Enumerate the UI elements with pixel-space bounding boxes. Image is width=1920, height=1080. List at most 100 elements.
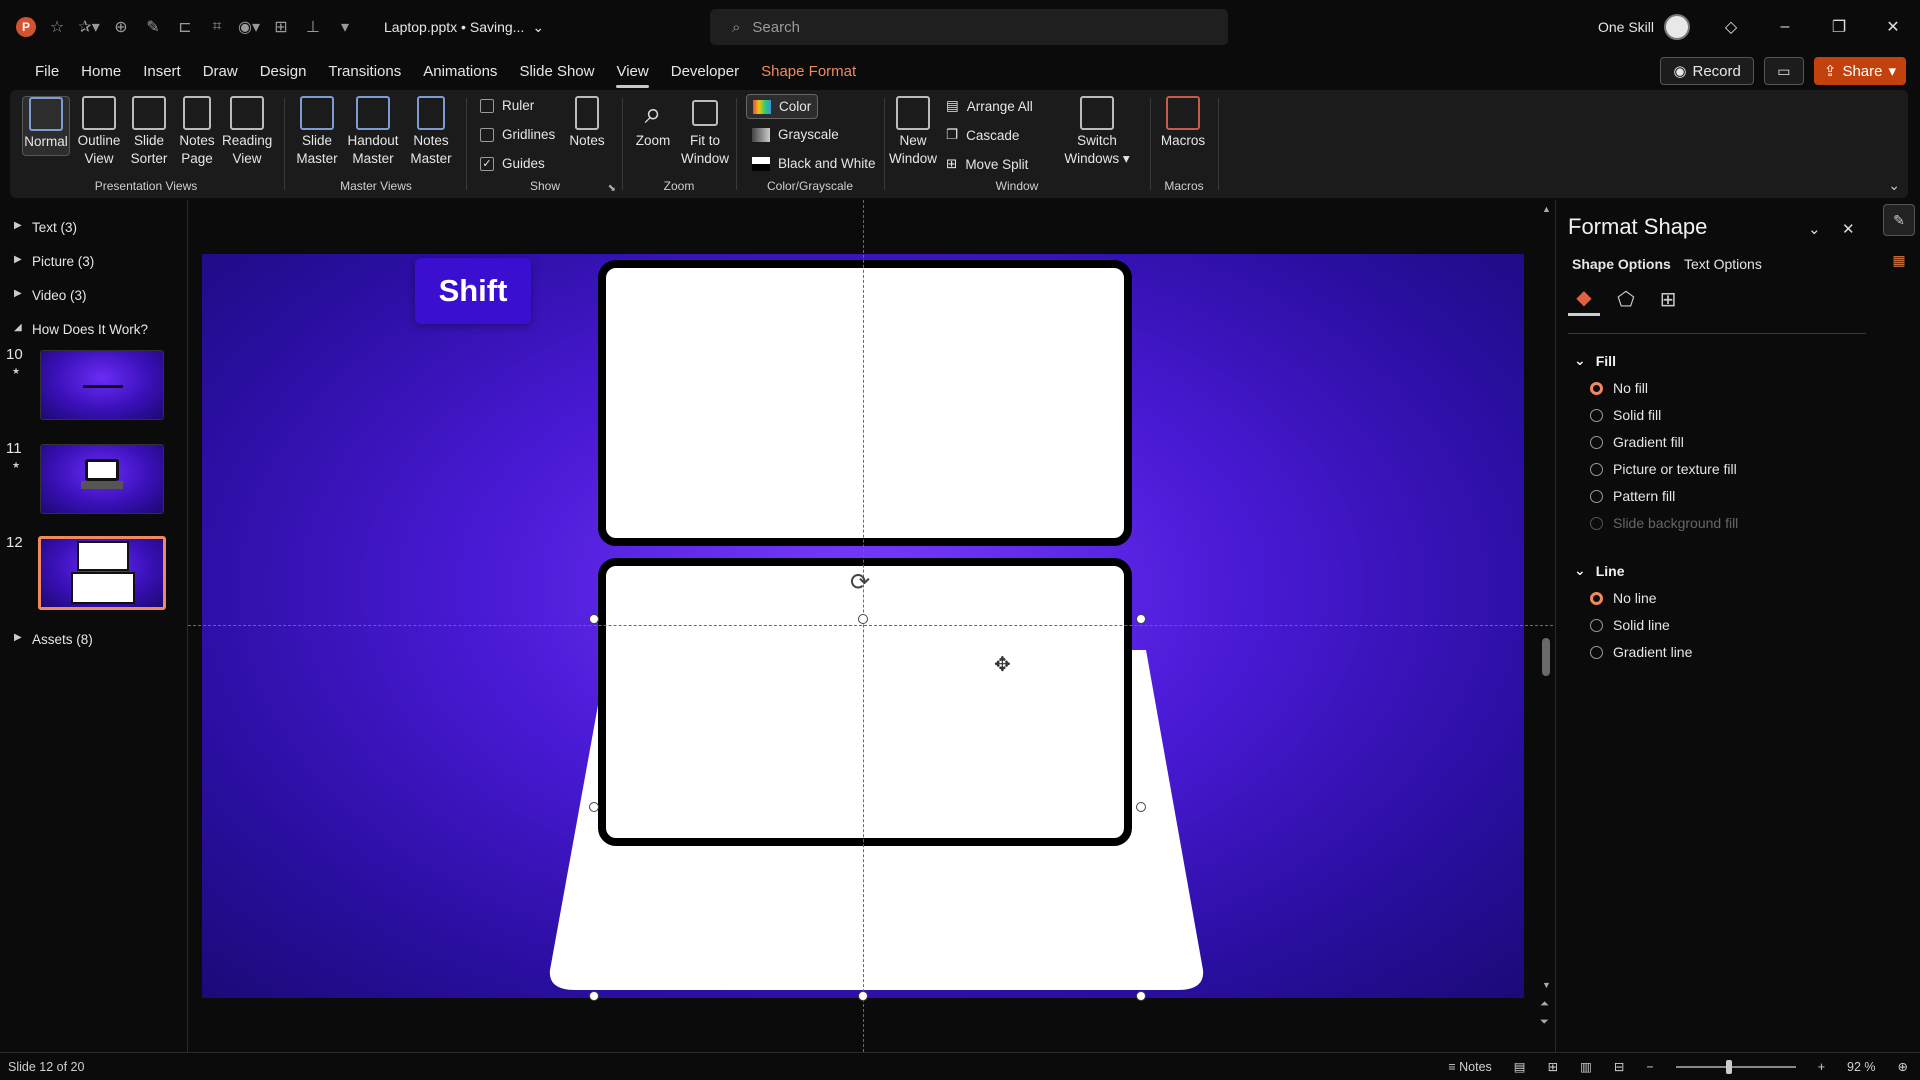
size-properties-icon[interactable]: ⊞ bbox=[1652, 282, 1684, 316]
share-button[interactable]: ⇪ Share ▾ bbox=[1813, 57, 1906, 85]
tab-draw[interactable]: Draw bbox=[192, 54, 249, 90]
resize-handle[interactable] bbox=[858, 991, 868, 1001]
favorite-dropdown-icon[interactable]: ✰▾ bbox=[78, 16, 100, 38]
effects-pentagon-icon[interactable]: ⬠ bbox=[1610, 282, 1642, 316]
pattern-fill-radio[interactable]: Pattern fill bbox=[1590, 488, 1675, 504]
section-how-does-it-work[interactable]: ◢ How Does It Work? bbox=[14, 322, 148, 337]
section-video[interactable]: ▶ Video (3) bbox=[14, 288, 87, 303]
no-fill-radio[interactable]: No fill bbox=[1590, 380, 1648, 396]
align-tool-icon[interactable]: ⊏ bbox=[174, 16, 196, 38]
draw-tool-icon[interactable]: ✎ bbox=[142, 16, 164, 38]
lower-screen-shape[interactable] bbox=[598, 558, 1132, 846]
grayscale-button[interactable]: Grayscale bbox=[752, 127, 839, 142]
slide-master-button[interactable]: Slide Master bbox=[292, 96, 342, 168]
fill-color-icon[interactable]: ◉▾ bbox=[238, 16, 260, 38]
scrollbar-thumb[interactable] bbox=[1542, 638, 1550, 676]
reading-view-button[interactable]: Reading View bbox=[222, 96, 272, 168]
star-outline-icon[interactable]: ☆ bbox=[46, 16, 68, 38]
select-tool-icon[interactable]: ⊕ bbox=[110, 16, 132, 38]
crop-icon[interactable]: ⌗ bbox=[206, 16, 228, 38]
diamond-icon[interactable]: ◇ bbox=[1704, 17, 1758, 37]
guides-checkbox[interactable]: ✓ Guides bbox=[480, 156, 545, 171]
no-line-radio[interactable]: No line bbox=[1590, 590, 1657, 606]
tab-text-options[interactable]: Text Options bbox=[1684, 256, 1762, 272]
tab-view[interactable]: View bbox=[605, 54, 659, 90]
tab-animations[interactable]: Animations bbox=[412, 54, 508, 90]
upper-screen-shape[interactable] bbox=[598, 260, 1132, 546]
fit-slide-icon[interactable]: ⊕ bbox=[1898, 1059, 1908, 1074]
cascade-button[interactable]: ❐ Cascade bbox=[946, 127, 1019, 143]
tab-slide-show[interactable]: Slide Show bbox=[508, 54, 605, 90]
zoom-level[interactable]: 92 % bbox=[1847, 1060, 1876, 1074]
tab-home[interactable]: Home bbox=[70, 54, 132, 90]
customize-qat-icon[interactable]: ▾ bbox=[334, 16, 356, 38]
dialog-launcher-icon[interactable]: ⬊ bbox=[608, 183, 616, 194]
move-split-button[interactable]: ⊞ Move Split bbox=[946, 156, 1028, 172]
document-title[interactable]: Laptop.pptx • Saving... ⌄ bbox=[384, 19, 544, 36]
reading-view-status-icon[interactable]: ▥ bbox=[1580, 1059, 1592, 1074]
gradient-line-radio[interactable]: Gradient line bbox=[1590, 644, 1692, 660]
zoom-slider-knob[interactable] bbox=[1725, 1059, 1732, 1074]
solid-line-radio[interactable]: Solid line bbox=[1590, 617, 1670, 633]
macros-button[interactable]: Macros bbox=[1158, 96, 1208, 150]
notes-master-button[interactable]: Notes Master bbox=[406, 96, 456, 168]
resize-handle[interactable] bbox=[1136, 991, 1146, 1001]
vertical-scrollbar[interactable]: ▲ ▼ ⏶ ⏷ bbox=[1540, 204, 1552, 1044]
vertical-guide[interactable] bbox=[863, 200, 864, 1052]
tab-insert[interactable]: Insert bbox=[132, 54, 192, 90]
tab-shape-options[interactable]: Shape Options bbox=[1572, 256, 1671, 272]
section-assets[interactable]: ▶ Assets (8) bbox=[14, 632, 93, 647]
gradient-fill-radio[interactable]: Gradient fill bbox=[1590, 434, 1684, 450]
slide-sorter-status-icon[interactable]: ⊞ bbox=[1548, 1059, 1558, 1074]
zoom-slider[interactable] bbox=[1675, 1059, 1796, 1074]
zoom-out-icon[interactable]: − bbox=[1646, 1060, 1653, 1074]
resize-handle[interactable] bbox=[589, 802, 599, 812]
resize-handle[interactable] bbox=[589, 991, 599, 1001]
solid-fill-radio[interactable]: Solid fill bbox=[1590, 407, 1661, 423]
rotate-handle-icon[interactable]: ⟳ bbox=[850, 568, 870, 597]
normal-view-status-icon[interactable]: ▤ bbox=[1514, 1059, 1526, 1074]
distribute-icon[interactable]: ⊞ bbox=[270, 16, 292, 38]
scroll-up-icon[interactable]: ▲ bbox=[1542, 204, 1551, 214]
slide-thumbnail[interactable] bbox=[40, 444, 164, 514]
resize-handle[interactable] bbox=[858, 614, 868, 624]
fill-line-icon[interactable]: ◆ bbox=[1568, 282, 1600, 316]
restore-icon[interactable]: ❐ bbox=[1812, 17, 1866, 37]
resize-handle[interactable] bbox=[589, 614, 599, 624]
slide-thumbnail-selected[interactable] bbox=[38, 536, 166, 610]
user-account[interactable]: One Skill bbox=[1598, 14, 1690, 40]
slide-sorter-button[interactable]: Slide Sorter bbox=[124, 96, 174, 168]
collapse-ribbon-icon[interactable]: ⌄ bbox=[1888, 177, 1900, 194]
close-icon[interactable]: ✕ bbox=[1866, 17, 1920, 37]
fill-section-header[interactable]: ⌄ Fill bbox=[1574, 352, 1616, 369]
handout-master-button[interactable]: Handout Master bbox=[346, 96, 400, 168]
designer-icon[interactable]: ▦ bbox=[1883, 244, 1915, 276]
comments-button[interactable]: ▭ bbox=[1763, 57, 1804, 85]
shift-label-box[interactable]: Shift bbox=[415, 258, 531, 324]
new-window-button[interactable]: New Window bbox=[888, 96, 938, 168]
zoom-in-icon[interactable]: + bbox=[1818, 1060, 1825, 1074]
tab-developer[interactable]: Developer bbox=[660, 54, 750, 90]
tab-file[interactable]: File bbox=[24, 54, 70, 90]
normal-view-button[interactable]: Normal bbox=[22, 96, 70, 156]
resize-handle[interactable] bbox=[1136, 614, 1146, 624]
format-pane-toggle-icon[interactable]: ✎ bbox=[1883, 204, 1915, 236]
picture-texture-fill-radio[interactable]: Picture or texture fill bbox=[1590, 461, 1737, 477]
slide-thumbnail[interactable] bbox=[40, 350, 164, 420]
record-button[interactable]: ◉ Record bbox=[1660, 57, 1754, 85]
tab-shape-format[interactable]: Shape Format bbox=[750, 54, 867, 90]
pane-options-icon[interactable]: ⌄ bbox=[1808, 220, 1821, 238]
slideshow-status-icon[interactable]: ⊟ bbox=[1614, 1059, 1624, 1074]
slide-canvas[interactable]: Shift ⟳ ✥ ▲ ▼ ⏶ ⏷ bbox=[188, 200, 1553, 1052]
minimize-icon[interactable]: – bbox=[1758, 18, 1812, 36]
fit-to-window-button[interactable]: Fit to Window bbox=[680, 96, 730, 168]
arrange-all-button[interactable]: ▤ Arrange All bbox=[946, 98, 1033, 114]
notes-page-button[interactable]: Notes Page bbox=[172, 96, 222, 168]
gridlines-checkbox[interactable]: Gridlines bbox=[480, 127, 555, 142]
search-input[interactable]: ⌕ Search bbox=[710, 9, 1228, 45]
ruler-checkbox[interactable]: Ruler bbox=[480, 98, 534, 113]
horizontal-guide[interactable] bbox=[188, 625, 1553, 626]
tab-design[interactable]: Design bbox=[249, 54, 318, 90]
black-and-white-button[interactable]: Black and White bbox=[752, 156, 876, 171]
color-button[interactable]: Color bbox=[746, 94, 819, 119]
